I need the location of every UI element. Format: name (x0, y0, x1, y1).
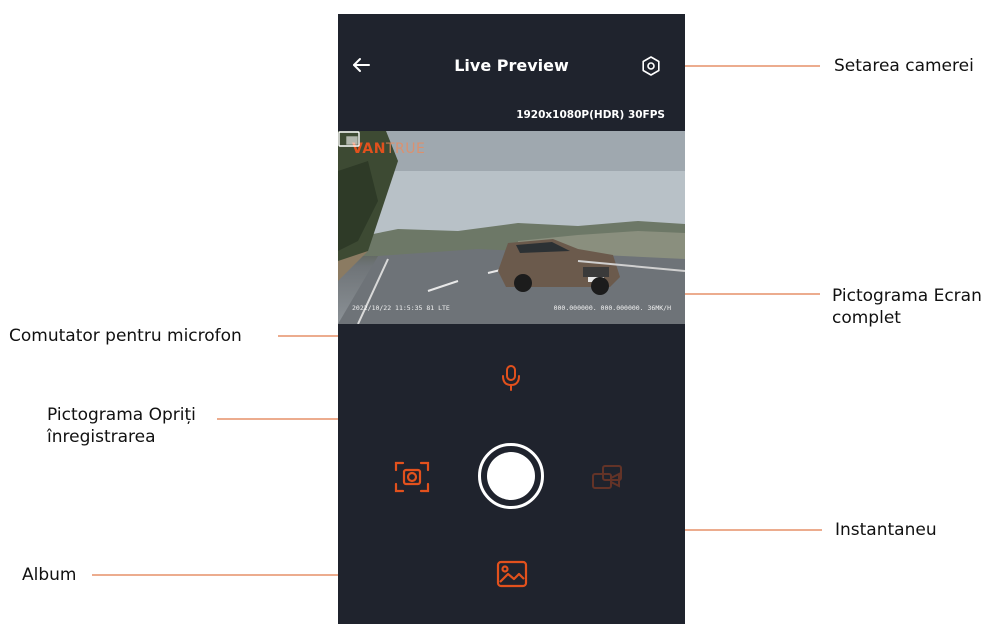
fullscreen-icon[interactable] (338, 131, 360, 147)
label-mic-toggle: Comutator pentru microfon (9, 326, 242, 346)
camera-snapshot-icon[interactable] (394, 461, 430, 493)
label-fullscreen-line1: Pictograma Ecran (832, 286, 982, 306)
page-title: Live Preview (454, 56, 569, 75)
stop-recording-inner (487, 452, 535, 500)
resolution-label: 1920x1080P(HDR) 30FPS (516, 109, 665, 121)
label-snapshot: Instantaneu (835, 520, 937, 540)
brand-watermark: VANTRUE (352, 141, 426, 157)
top-bar: Live Preview (338, 14, 685, 118)
gear-icon[interactable] (640, 55, 662, 77)
label-camera-settings: Setarea camerei (834, 56, 974, 76)
stop-recording-button[interactable] (478, 443, 544, 509)
overlay-datetime: 2022/10/22 11:5:35 81 LTE (352, 304, 450, 312)
label-album: Album (22, 565, 77, 585)
label-fullscreen-line2: complet (832, 308, 901, 328)
camera-preview[interactable]: VANTRUE 2022/10/22 11:5:35 81 LTE 000.00… (338, 131, 685, 324)
preview-scene (338, 131, 685, 324)
overlay-gps: 000.000000. 000.000000. 36MK/H (553, 304, 671, 312)
image-album-icon[interactable] (496, 559, 528, 589)
label-stop-recording-line1: Pictograma Opriți (47, 405, 196, 425)
label-stop-recording-line2: înregistrarea (47, 427, 156, 447)
microphone-icon[interactable] (500, 364, 522, 392)
phone-screen: Live Preview 1920x1080P(HDR) 30FPS VANTR… (338, 14, 685, 624)
switch-camera-icon[interactable] (591, 462, 625, 492)
